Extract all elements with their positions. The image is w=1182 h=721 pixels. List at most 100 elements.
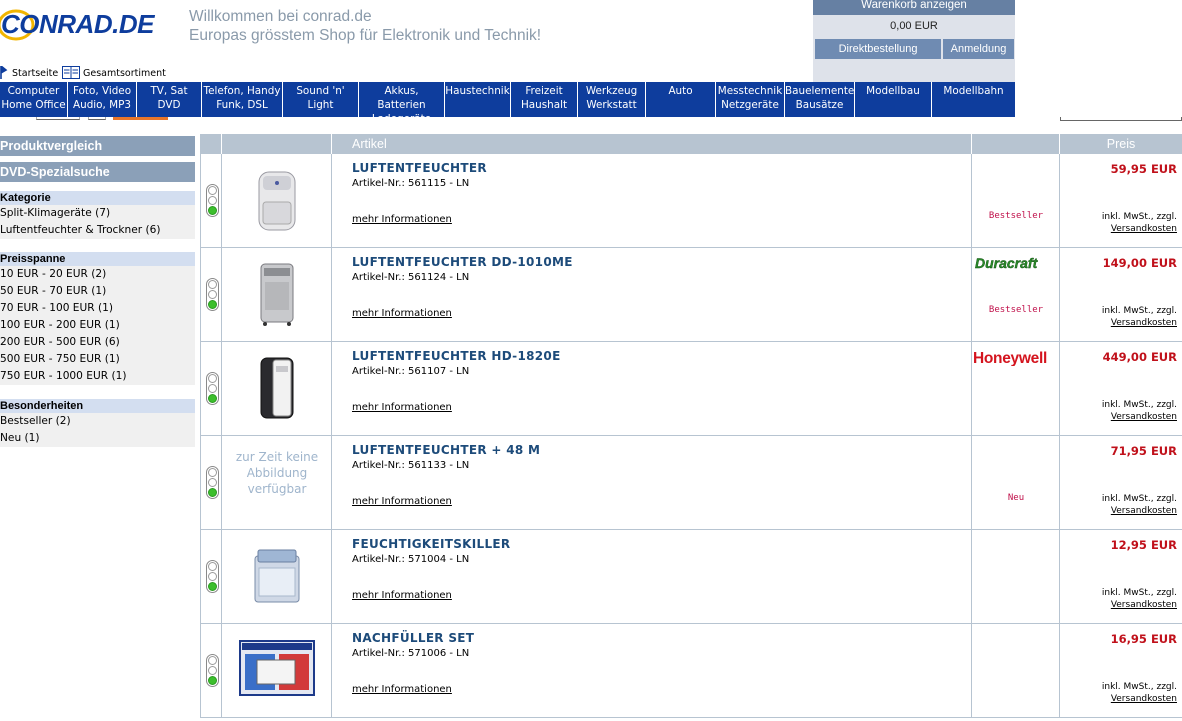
tax-label: inkl. MwSt., zzgl. (1101, 212, 1177, 222)
shipping-cost-link[interactable]: Versandkosten (1102, 411, 1177, 423)
product-image-cell[interactable] (222, 248, 332, 342)
product-badge: Bestseller (988, 211, 1044, 221)
product-compare-link[interactable]: Produktvergleich (0, 136, 195, 156)
price-range-heading: Preisspanne (0, 252, 195, 266)
shipping-cost-link[interactable]: Versandkosten (1102, 599, 1177, 611)
home-link[interactable]: Startseite (0, 62, 58, 79)
product-title-link[interactable]: FEUCHTIGKEITSKILLER (352, 537, 510, 551)
sort-select[interactable] (1060, 117, 1182, 121)
nav-foto-video[interactable]: Foto, Video Audio, MP3 (68, 82, 137, 117)
login-button[interactable]: Anmeldung (943, 39, 1014, 59)
nav-freizeit-haushalt[interactable]: Freizeit Haushalt (511, 82, 578, 117)
quick-order-button[interactable]: Direktbestellung (815, 39, 941, 59)
table-row: NACHFÜLLER SET Artikel-Nr.: 571006 - LN me… (200, 624, 1182, 718)
price-cell: 449,00 EUR inkl. MwSt., zzgl. Versandkoste… (1060, 342, 1182, 436)
product-price: 12,95 EUR (1110, 538, 1177, 552)
product-title-link[interactable]: NACHFÜLLER SET (352, 631, 474, 645)
welcome-line-1: Willkommen bei conrad.de (189, 8, 372, 25)
nav-werkzeug-werkstatt[interactable]: Werkzeug Werkstatt (578, 82, 646, 117)
shipping-cost-link[interactable]: Versandkosten (1102, 693, 1177, 705)
price-range-item[interactable]: 200 EUR - 500 EUR (6) (0, 334, 195, 351)
catalog-link[interactable]: Gesamtsortiment (62, 62, 166, 79)
badge-cell: Duracraft Bestseller (972, 248, 1060, 342)
specials-list: Bestseller (2) Neu (1) (0, 413, 195, 447)
nav-akkus-batterien[interactable]: Akkus, Batterien Ladegeräte (359, 82, 445, 117)
specials-item[interactable]: Bestseller (2) (0, 413, 195, 430)
product-image (260, 357, 294, 419)
nav-modellbau[interactable]: Modellbau (855, 82, 932, 117)
honeywell-logo: Honeywell (973, 350, 1047, 366)
price-range-item[interactable]: 100 EUR - 200 EUR (1) (0, 317, 195, 334)
nav-telefon-handy[interactable]: Telefon, Handy Funk, DSL (202, 82, 283, 117)
duracraft-logo: Duracraft (975, 255, 1039, 271)
product-badge: Neu (1007, 493, 1025, 503)
price-range-item[interactable]: 70 EUR - 100 EUR (1) (0, 300, 195, 317)
availability-traffic-light-icon (206, 466, 219, 499)
category-item[interactable]: Split-Klimageräte (7) (0, 205, 195, 222)
specials-item[interactable]: Neu (1) (0, 430, 195, 447)
product-image-cell[interactable] (222, 624, 332, 718)
tax-label: inkl. MwSt., zzgl. (1101, 306, 1177, 316)
product-image-cell[interactable]: zur Zeit keine Abbildung verfügbar (222, 436, 332, 530)
nav-bauelemente[interactable]: Bauelemente Bausätze (785, 82, 855, 117)
header-article: Artikel (332, 134, 972, 154)
product-badge: Bestseller (988, 305, 1044, 315)
table-row: FEUCHTIGKEITSKILLER Artikel-Nr.: 571004 -… (200, 530, 1182, 624)
duracraft-logo-text: Duracraft (975, 255, 1039, 271)
shipping-cost-link[interactable]: Versandkosten (1102, 505, 1177, 517)
nav-computer-home-office[interactable]: Computer Home Office (0, 82, 68, 117)
availability-cell (200, 530, 222, 624)
header-blank (200, 134, 222, 154)
nav-sound-light[interactable]: Sound 'n' Light (283, 82, 359, 117)
show-cart-link[interactable]: Warenkorb anzeigen (813, 0, 1015, 15)
price-range-item[interactable]: 500 EUR - 750 EUR (1) (0, 351, 195, 368)
dvd-search-link[interactable]: DVD-Spezialsuche (0, 162, 195, 182)
badge-cell (972, 624, 1060, 718)
catalog-icon (62, 66, 80, 79)
product-image-cell[interactable] (222, 342, 332, 436)
product-price: 449,00 EUR (1102, 350, 1177, 364)
nav-messtechnik[interactable]: Messtechnik Netzgeräte (716, 82, 785, 117)
hidden-input[interactable] (36, 117, 80, 120)
category-item[interactable]: Luftentfeuchter & Trockner (6) (0, 222, 195, 239)
more-info-link[interactable]: mehr Informationen (352, 590, 452, 601)
tax-label: inkl. MwSt., zzgl. (1101, 588, 1177, 598)
price-cell: 71,95 EUR inkl. MwSt., zzgl. Versandkosten (1060, 436, 1182, 530)
more-info-link[interactable]: mehr Informationen (352, 308, 452, 319)
shipping-cost-link[interactable]: Versandkosten (1102, 317, 1177, 329)
hidden-input-small[interactable] (88, 117, 106, 120)
price-range-item[interactable]: 10 EUR - 20 EUR (2) (0, 266, 195, 283)
badge-cell: Bestseller (972, 154, 1060, 248)
price-range-item[interactable]: 750 EUR - 1000 EUR (1) (0, 368, 195, 385)
more-info-link[interactable]: mehr Informationen (352, 402, 452, 413)
nav-haustechnik[interactable]: Haustechnik (445, 82, 511, 117)
conrad-logo[interactable]: CONRAD.DE (0, 6, 184, 42)
product-title-link[interactable]: LUFTENTFEUCHTER HD-1820E (352, 349, 561, 363)
product-title-link[interactable]: LUFTENTFEUCHTER (352, 161, 487, 175)
tax-label: inkl. MwSt., zzgl. (1101, 400, 1177, 410)
hidden-controls-strip (0, 117, 1182, 125)
nav-modellbahn[interactable]: Modellbahn (932, 82, 1015, 117)
tax-label: inkl. MwSt., zzgl. (1101, 682, 1177, 692)
product-price: 16,95 EUR (1110, 632, 1177, 646)
product-title-link[interactable]: LUFTENTFEUCHTER + 48 M (352, 443, 540, 457)
availability-traffic-light-icon (206, 278, 219, 311)
badge-cell: Neu (972, 436, 1060, 530)
price-range-item[interactable]: 50 EUR - 70 EUR (1) (0, 283, 195, 300)
table-row: zur Zeit keine Abbildung verfügbar LUFTEN… (200, 436, 1182, 530)
nav-auto[interactable]: Auto (646, 82, 716, 117)
hidden-button[interactable] (113, 117, 168, 120)
product-image-cell[interactable] (222, 154, 332, 248)
product-price: 71,95 EUR (1110, 444, 1177, 458)
product-title-link[interactable]: LUFTENTFEUCHTER DD-1010ME (352, 255, 573, 269)
shipping-cost-link[interactable]: Versandkosten (1102, 223, 1177, 235)
more-info-link[interactable]: mehr Informationen (352, 214, 452, 225)
product-image-cell[interactable] (222, 530, 332, 624)
product-description-cell: NACHFÜLLER SET Artikel-Nr.: 571006 - LN me… (332, 624, 972, 718)
table-row: LUFTENTFEUCHTER DD-1010ME Artikel-Nr.: 56… (200, 248, 1182, 342)
availability-cell (200, 154, 222, 248)
more-info-link[interactable]: mehr Informationen (352, 496, 452, 507)
more-info-link[interactable]: mehr Informationen (352, 684, 452, 695)
nav-tv-sat[interactable]: TV, Sat DVD (137, 82, 202, 117)
price-cell: 149,00 EUR inkl. MwSt., zzgl. Versandkoste… (1060, 248, 1182, 342)
